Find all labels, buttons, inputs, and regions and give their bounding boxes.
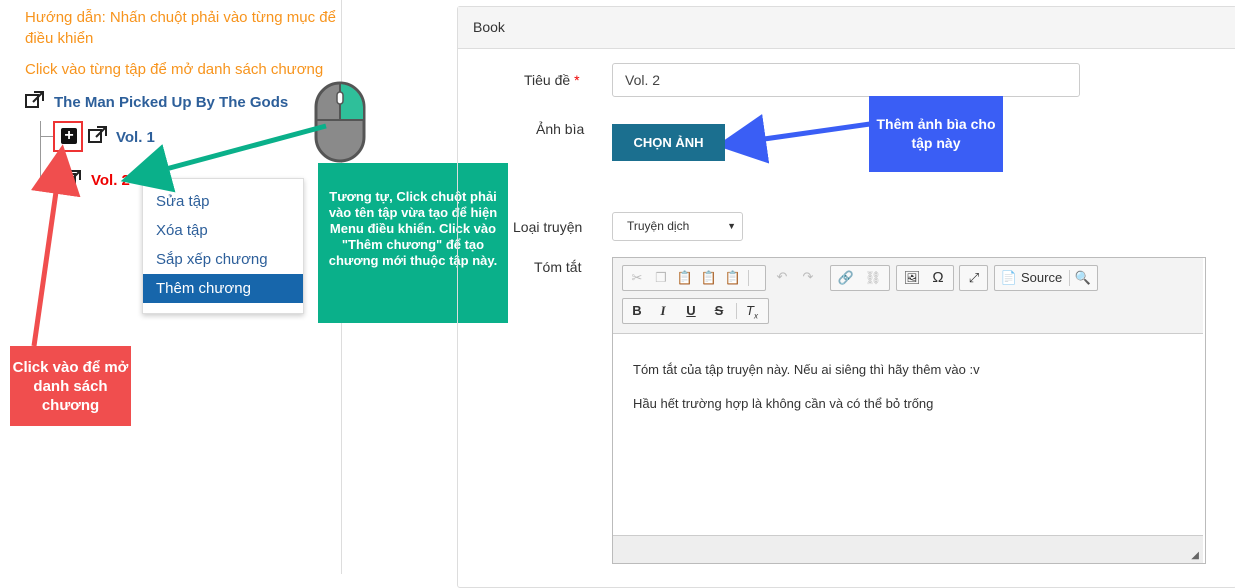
paste-word-icon[interactable]: 📋 (721, 266, 745, 290)
blue-note: Thêm ảnh bìa cho tập này (869, 96, 1003, 172)
title-label-text: Tiêu đề (524, 72, 571, 88)
paste-text-icon[interactable]: 📋 (697, 266, 721, 290)
type-label: Loại truyện (513, 219, 583, 235)
summary-label: Tóm tắt (534, 259, 582, 275)
preview-icon[interactable]: 🔍 (1071, 266, 1095, 290)
dropdown-caret-icon: ▼ (727, 221, 736, 231)
editor-toolbar: ✂ ❐ 📋 📋 📋 ↶ ↷ 🔗 ⛓ 🖼 Ω ⤢ 📄 Source 🔍 B I U… (613, 258, 1203, 334)
redo-icon[interactable]: ↷ (796, 265, 820, 289)
toolbar-separator (736, 303, 737, 319)
type-select-value: Truyện dịch (627, 219, 690, 233)
panel-header: Book (458, 7, 1235, 49)
italic-icon[interactable]: I (651, 299, 675, 323)
format-group: B I U S Tx (622, 298, 769, 324)
editor-line-1: Tóm tắt của tập truyện này. Nếu ai siêng… (633, 362, 980, 377)
toolbar-separator (748, 270, 749, 286)
choose-image-button[interactable]: CHỌN ẢNH (612, 124, 725, 161)
type-select[interactable]: Truyện dịch ▼ (612, 212, 743, 241)
clipboard-group: ✂ ❐ 📋 📋 📋 (622, 265, 766, 291)
image-icon[interactable]: 🖼 (900, 266, 924, 290)
link-icon[interactable]: 🔗 (834, 266, 858, 290)
source-icon[interactable]: 📄 (997, 266, 1021, 290)
source-button[interactable]: Source (1021, 270, 1062, 285)
resize-handle-icon[interactable]: ◢ (1191, 550, 1199, 561)
maximize-icon[interactable]: ⤢ (962, 266, 986, 290)
red-note: Click vào để mở danh sách chương (10, 346, 131, 426)
cover-label: Ảnh bìa (536, 121, 585, 137)
paste-icon[interactable]: 📋 (673, 266, 697, 290)
title-input[interactable]: Vol. 2 (612, 63, 1080, 97)
panel-title: Book (473, 19, 505, 35)
editor-line-2: Hầu hết trường hợp là không cần và có th… (633, 396, 934, 411)
bold-icon[interactable]: B (625, 299, 649, 323)
undo-group: ↶ ↷ (768, 265, 824, 291)
undo-icon[interactable]: ↶ (770, 265, 794, 289)
strikethrough-icon[interactable]: S (707, 299, 731, 323)
maximize-group: ⤢ (959, 265, 988, 291)
editor-content[interactable]: Tóm tắt của tập truyện này. Nếu ai siêng… (633, 353, 980, 421)
unlink-icon[interactable]: ⛓ (861, 266, 885, 290)
toolbar-separator (1069, 270, 1070, 286)
insert-group: 🖼 Ω (896, 265, 954, 291)
source-group: 📄 Source 🔍 (994, 265, 1098, 291)
copy-icon[interactable]: ❐ (649, 266, 673, 290)
rich-text-editor[interactable]: ✂ ❐ 📋 📋 📋 ↶ ↷ 🔗 ⛓ 🖼 Ω ⤢ 📄 Source 🔍 B I U… (612, 257, 1206, 564)
title-label: Tiêu đề * (524, 72, 580, 88)
cut-icon[interactable]: ✂ (625, 266, 649, 290)
special-char-icon[interactable]: Ω (926, 266, 950, 290)
required-mark: * (574, 72, 580, 88)
remove-format-icon[interactable]: Tx (740, 299, 764, 323)
link-group: 🔗 ⛓ (830, 265, 890, 291)
underline-icon[interactable]: U (679, 299, 703, 323)
editor-statusbar: ◢ (613, 535, 1203, 563)
